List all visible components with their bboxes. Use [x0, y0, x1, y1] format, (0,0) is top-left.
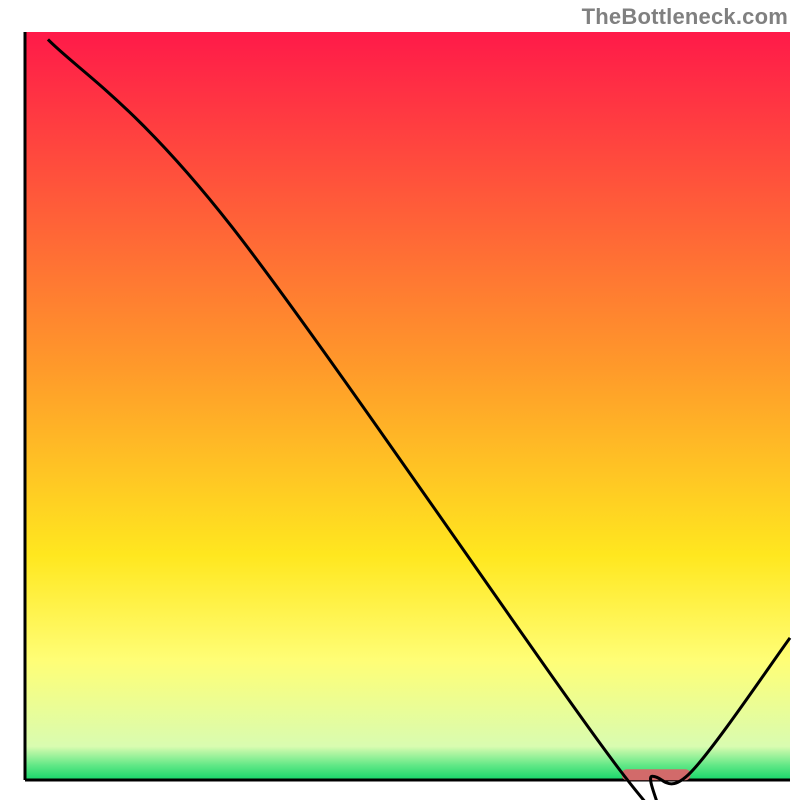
- plot-background: [25, 32, 790, 780]
- watermark-text: TheBottleneck.com: [582, 4, 788, 30]
- chart-container: TheBottleneck.com: [0, 0, 800, 800]
- bottleneck-chart: [0, 0, 800, 800]
